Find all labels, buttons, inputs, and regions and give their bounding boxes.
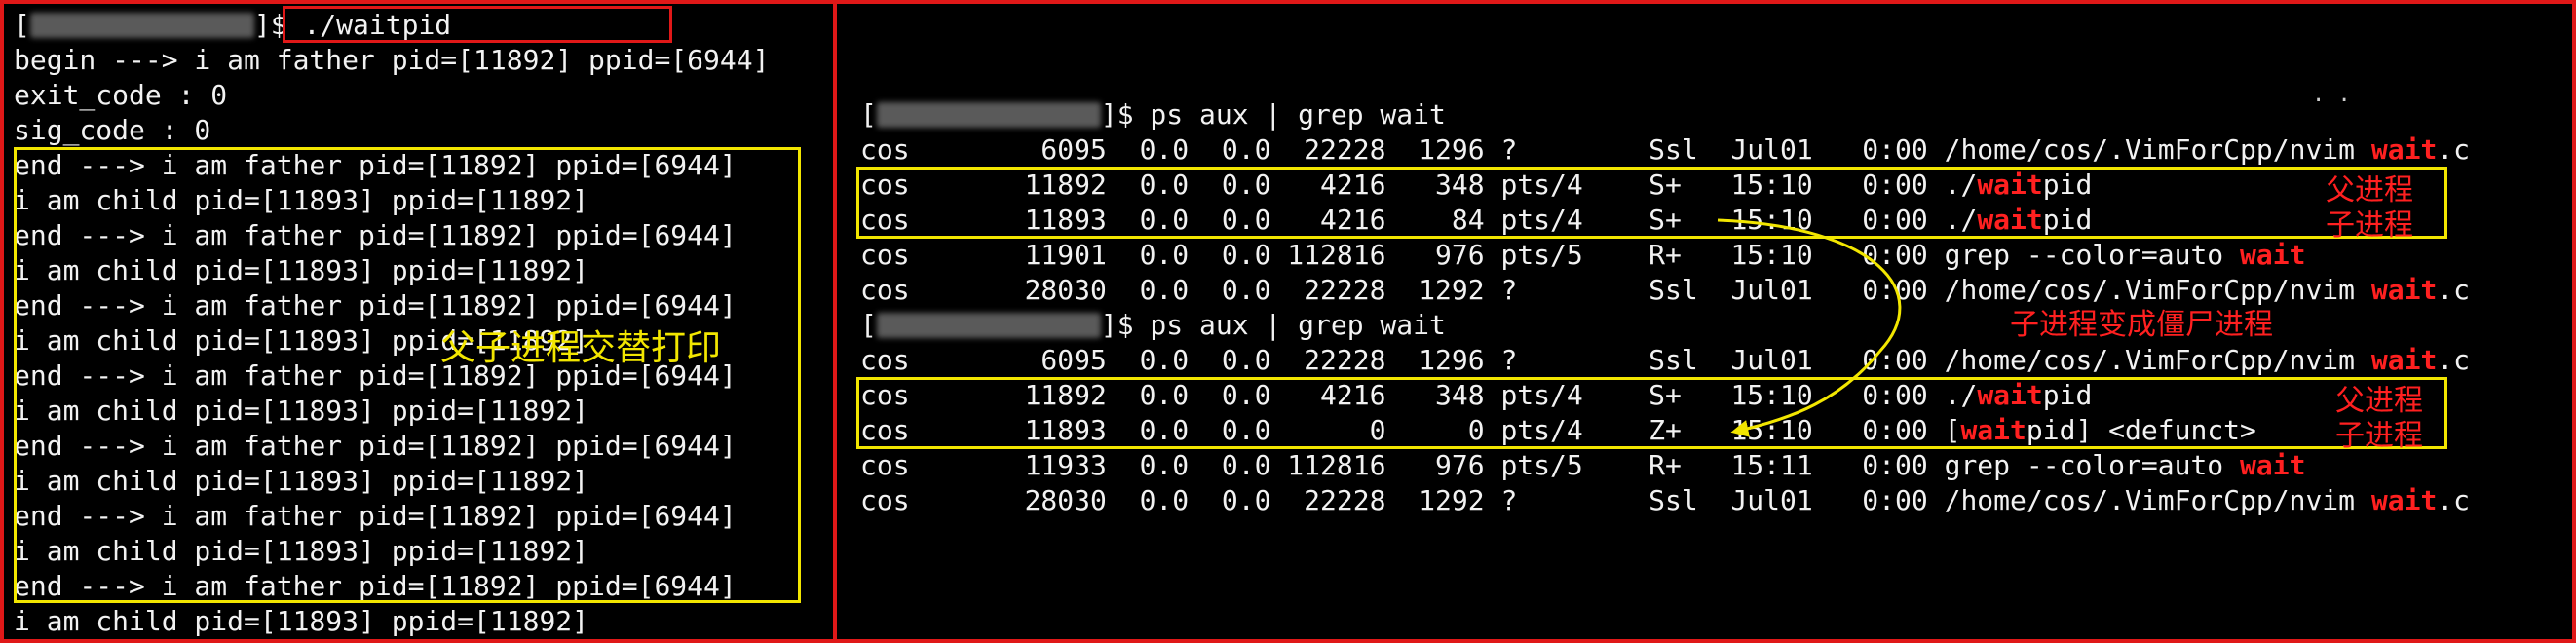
grep-match-highlight: wait (2370, 484, 2438, 516)
process-row-suffix: .c (2437, 484, 2471, 516)
grep-match-highlight: wait (2240, 449, 2306, 481)
process-row: cos 6095 0.0 0.0 22228 1296 ? Ssl Jul01 … (860, 343, 2470, 378)
output-line: sig_code : 0 (14, 114, 211, 146)
process-row-text: cos 28030 0.0 0.0 22228 1292 ? Ssl Jul01… (860, 484, 2371, 516)
process-row-text: cos 6095 0.0 0.0 22228 1296 ? Ssl Jul01 … (860, 133, 2371, 166)
grep-match-highlight: wait (2370, 133, 2438, 166)
command-highlight-box (283, 6, 672, 43)
process-row-text: cos 11933 0.0 0.0 112816 976 pts/5 R+ 15… (860, 449, 2241, 481)
process-row-text: cos 6095 0.0 0.0 22228 1296 ? Ssl Jul01 … (860, 344, 2371, 376)
process-pair-box-2 (856, 377, 2447, 449)
output-line: i am child pid=[11893] ppid=[11892] (14, 605, 589, 637)
right-terminal[interactable]: . . []$ ps aux | grep wait cos 6095 0.0 … (837, 0, 2576, 643)
ps-command-text: ]$ ps aux | grep wait (1100, 309, 1446, 341)
redacted-hostname (29, 13, 254, 38)
alternating-output-box (14, 147, 801, 603)
zombie-label: 子进程变成僵尸进程 (2010, 308, 2273, 342)
grep-match-highlight: wait (2370, 344, 2438, 376)
process-row: cos 11901 0.0 0.0 112816 976 pts/5 R+ 15… (860, 238, 2305, 273)
ps-command-text: ]$ ps aux | grep wait (1100, 98, 1446, 131)
ps-prompt-line-2: []$ ps aux | grep wait (860, 309, 1446, 341)
process-row: cos 6095 0.0 0.0 22228 1296 ? Ssl Jul01 … (860, 132, 2470, 168)
process-pair-box-1 (856, 167, 2447, 239)
output-line: begin ---> i am father pid=[11892] ppid=… (14, 44, 770, 76)
process-row-text: cos 11901 0.0 0.0 112816 976 pts/5 R+ 15… (860, 239, 2241, 271)
stray-dots: . . (2312, 83, 2351, 107)
child-label-2: 子进程 (2335, 419, 2423, 453)
alternating-print-annotation: 父子进程交替打印 (440, 328, 722, 368)
process-row: cos 28030 0.0 0.0 22228 1292 ? Ssl Jul01… (860, 483, 2470, 518)
process-row-suffix: .c (2437, 344, 2471, 376)
process-row-suffix: .c (2437, 133, 2471, 166)
process-row: cos 11933 0.0 0.0 112816 976 pts/5 R+ 15… (860, 448, 2305, 483)
child-label-1: 子进程 (2326, 208, 2413, 243)
process-row-suffix: .c (2437, 274, 2471, 306)
redacted-hostname (876, 102, 1101, 128)
ps-prompt-line-1: []$ ps aux | grep wait (860, 98, 1446, 131)
left-terminal[interactable]: []$ ./waitpid begin ---> i am father pid… (0, 0, 833, 643)
grep-match-highlight: wait (2370, 274, 2438, 306)
redacted-hostname (876, 313, 1101, 338)
grep-match-highlight: wait (2240, 239, 2306, 271)
output-line: exit_code : 0 (14, 79, 228, 111)
